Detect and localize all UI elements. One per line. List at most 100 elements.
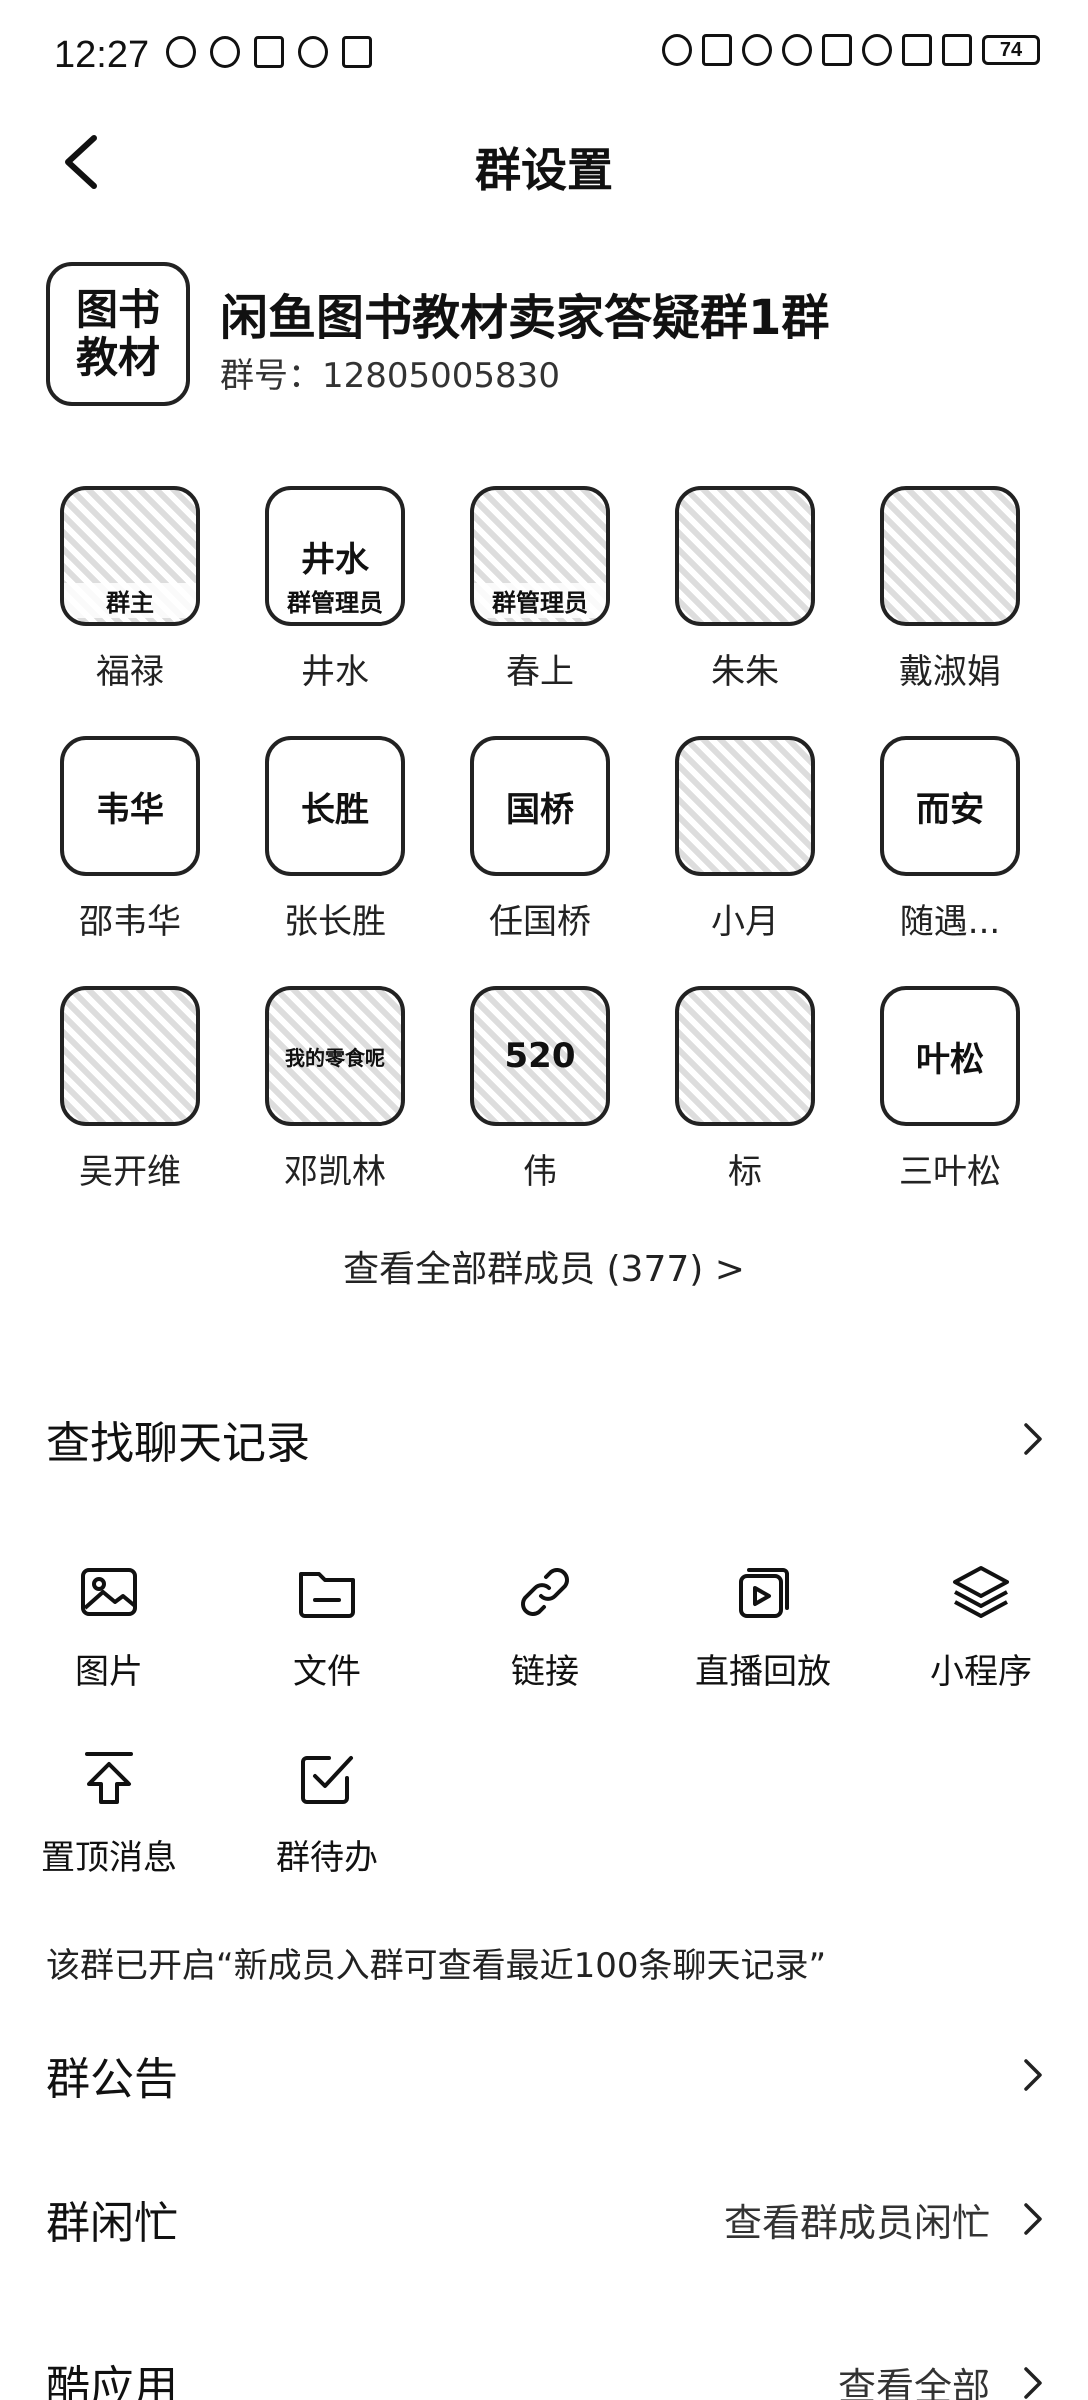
member-item[interactable]: 叶松 三叶松 [860, 986, 1040, 1193]
member-name: 随遇... [899, 902, 1001, 942]
group-id: 群号：12805005830 [220, 356, 560, 396]
member-name: 福禄 [96, 652, 164, 692]
member-item[interactable]: 群管理员 春上 [450, 486, 630, 693]
member-item[interactable]: 而安随遇... [860, 736, 1040, 943]
hd-icon [662, 34, 692, 66]
member-avatar[interactable]: 520 [470, 986, 610, 1126]
nav-bar: 群设置 [0, 116, 1088, 208]
member-name: 标 [728, 1152, 762, 1192]
tool-label: 群待办 [276, 1838, 378, 1878]
member-avatar[interactable]: 韦华 [60, 736, 200, 876]
member-name: 邓凯林 [284, 1152, 386, 1192]
avatar-text: 我的零食呢 [285, 1045, 385, 1070]
member-avatar[interactable]: 长胜 [265, 736, 405, 876]
cool-apps-right: 查看全部 [838, 2356, 1046, 2400]
members-row: 群主福禄 井水 群管理员井水 群管理员 春上 朱朱 戴淑娟 [40, 486, 1048, 706]
group-announcement-label: 群公告 [46, 2054, 178, 2105]
member-name: 戴淑娟 [899, 652, 1001, 692]
member-item[interactable]: 群主 福禄 [40, 486, 220, 693]
history-visibility-notice: 该群已开启“新成员入群可查看最近100条聊天记录” [46, 1946, 827, 1986]
member-name: 吴开维 [79, 1152, 181, 1192]
member-avatar[interactable]: 井水 群管理员 [265, 486, 405, 626]
member-item[interactable]: 我的零食呢 邓凯林 [245, 986, 425, 1193]
chat-notification-icon [210, 36, 240, 68]
member-item[interactable]: 国桥 任国桥 [450, 736, 630, 943]
view-member-busy-link[interactable]: 查看群成员闲忙 [724, 2192, 990, 2247]
signal-icon-2 [942, 34, 972, 66]
chevron-right-icon [1024, 2367, 1042, 2399]
avatar-text: 叶松 [916, 1039, 984, 1080]
avatar-text: 长胜 [301, 789, 369, 830]
tool-mini-programs[interactable]: 小程序 [872, 1560, 1088, 1693]
tool-label: 链接 [511, 1652, 579, 1692]
member-item[interactable]: 长胜 张长胜 [245, 736, 425, 943]
member-item[interactable]: 520 伟 [450, 986, 630, 1193]
member-item[interactable]: 小月 [655, 736, 835, 943]
link-icon [521, 1568, 569, 1616]
group-busy-label: 群闲忙 [46, 2198, 178, 2249]
group-avatar[interactable]: 图书 教材 [46, 262, 190, 406]
member-item[interactable]: 吴开维 [40, 986, 220, 1193]
avatar-text: 国桥 [506, 789, 574, 830]
member-avatar[interactable]: 群主 [60, 486, 200, 626]
search-chat-history-row[interactable]: 查找聊天记录 [46, 1404, 1046, 1474]
alipay-notification-icon [254, 36, 284, 68]
folder-icon [299, 1572, 355, 1618]
notification-icon [166, 36, 196, 68]
avatar-text: 而安 [916, 789, 984, 830]
member-role-badge: 群管理员 [474, 583, 606, 618]
notification-icons [166, 36, 372, 68]
member-name: 三叶松 [899, 1152, 1001, 1192]
member-avatar[interactable]: 叶松 [880, 986, 1020, 1126]
members-row: 韦华邵韦华 长胜张长胜 国桥 任国桥 小月 而安随遇... [40, 736, 1048, 956]
member-avatar[interactable] [880, 486, 1020, 626]
group-header[interactable]: 图书 教材 闲鱼图书教材卖家答疑群1群 群号：12805005830 [46, 262, 1046, 412]
member-item[interactable]: 井水 群管理员 井水 [245, 486, 425, 693]
tool-live-replay[interactable]: 直播回放 [654, 1560, 872, 1693]
member-item[interactable]: 戴淑娟 [860, 486, 1040, 693]
wifi-icon [862, 34, 892, 66]
member-item[interactable]: 韦华 邵韦华 [40, 736, 220, 943]
member-avatar[interactable]: 群管理员 [470, 486, 610, 626]
todo-check-icon [301, 1756, 353, 1804]
member-avatar[interactable]: 我的零食呢 [265, 986, 405, 1126]
member-avatar[interactable]: 而安 [880, 736, 1020, 876]
tool-group-todo[interactable]: 群待办 [218, 1746, 436, 1879]
member-name: 张长胜 [284, 902, 386, 942]
member-name: 井水 [301, 652, 369, 692]
member-avatar[interactable] [675, 986, 815, 1126]
member-item[interactable]: 标 [655, 986, 835, 1193]
group-announcement-row[interactable]: 群公告 [46, 2040, 1046, 2110]
search-chat-history-label: 查找聊天记录 [46, 1418, 310, 1469]
tool-label: 图片 [75, 1652, 143, 1692]
tool-pinned-messages[interactable]: 置顶消息 [0, 1746, 218, 1879]
group-avatar-text: 图书 教材 [75, 285, 160, 382]
battery-icon: 74 [982, 35, 1040, 65]
tool-links[interactable]: 链接 [436, 1560, 654, 1693]
tool-files[interactable]: 文件 [218, 1560, 436, 1693]
nfc-icon [702, 34, 732, 66]
member-item[interactable]: 朱朱 [655, 486, 835, 693]
tool-label: 直播回放 [695, 1652, 831, 1692]
status-time: 12:27 [54, 34, 150, 76]
member-role-badge: 群主 [64, 583, 196, 618]
cool-apps-row[interactable]: 酷应用 查看全部 [46, 2348, 1046, 2400]
chevron-right-icon [1024, 1423, 1042, 1455]
member-avatar[interactable]: 国桥 [470, 736, 610, 876]
member-name: 伟 [523, 1152, 557, 1192]
chevron-right-icon [1024, 2059, 1042, 2091]
member-name: 小月 [711, 902, 779, 942]
tool-images[interactable]: 图片 [0, 1560, 218, 1693]
group-busy-row[interactable]: 群闲忙 查看群成员闲忙 [46, 2184, 1046, 2254]
member-avatar[interactable] [675, 736, 815, 876]
chevron-right-icon [1024, 2203, 1042, 2235]
member-avatar[interactable] [60, 986, 200, 1126]
view-all-apps-link[interactable]: 查看全部 [838, 2356, 990, 2400]
member-name: 朱朱 [711, 652, 779, 692]
system-icons: 74 [662, 34, 1040, 66]
page-title: 群设置 [475, 143, 613, 197]
view-all-members-link[interactable]: 查看全部群成员 (377) > [0, 1240, 1088, 1292]
member-avatar[interactable] [675, 486, 815, 626]
member-name: 邵韦华 [79, 902, 181, 942]
avatar-text: 520 [504, 1036, 576, 1076]
